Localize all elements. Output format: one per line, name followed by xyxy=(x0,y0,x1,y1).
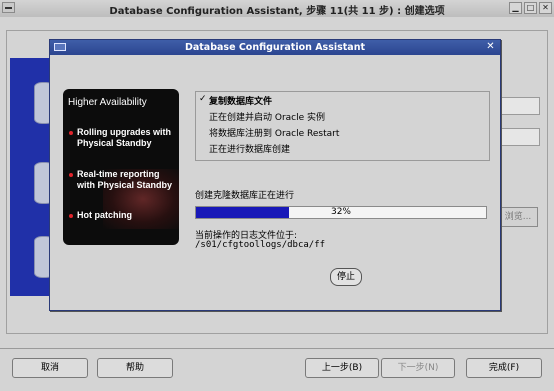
progress-bar: 32% xyxy=(195,206,487,219)
promo-heading: Higher Availability xyxy=(68,97,147,108)
progress-label: 创建克隆数据库正在进行 xyxy=(195,191,295,201)
progress-percent: 32% xyxy=(330,207,351,217)
dialog-close-icon[interactable]: ✕ xyxy=(485,42,496,52)
log-file-path: /s01/cfgtoollogs/dbca/ff xyxy=(195,240,326,250)
outer-title-bar: Database Configuration Assistant, 步骤 11(… xyxy=(0,0,554,18)
background-field xyxy=(498,97,540,115)
step-item: 将数据库注册到 Oracle Restart xyxy=(209,129,340,139)
outer-window-title: Database Configuration Assistant, 步骤 11(… xyxy=(109,6,445,17)
cancel-button[interactable]: 取消 xyxy=(12,358,88,378)
step-item: 复制数据库文件 xyxy=(209,97,273,107)
stop-button[interactable]: 停止 xyxy=(330,268,362,286)
dialog-title-bar: Database Configuration Assistant ✕ xyxy=(50,40,500,55)
back-button[interactable]: 上一步(B) xyxy=(305,358,379,378)
checkmark-icon: ✓ xyxy=(199,94,207,104)
promo-panel: Higher Availability Rolling upgrades wit… xyxy=(63,89,179,245)
dialog-title: Database Configuration Assistant xyxy=(184,42,366,53)
promo-item: Rolling upgrades with Physical Standby xyxy=(77,127,171,148)
promo-item: Real-time reporting with Physical Standb… xyxy=(77,169,173,190)
progress-dialog: Database Configuration Assistant ✕ Highe… xyxy=(49,39,501,311)
background-field xyxy=(498,128,540,146)
step-item: 正在创建并启动 Oracle 实例 xyxy=(209,113,326,123)
bullet-icon xyxy=(69,173,73,177)
close-window-icon[interactable]: ✕ xyxy=(539,2,552,14)
help-button[interactable]: 帮助 xyxy=(97,358,173,378)
next-button[interactable]: 下一步(N) xyxy=(381,358,455,378)
finish-button[interactable]: 完成(F) xyxy=(466,358,542,378)
minimize-icon[interactable]: ▁ xyxy=(509,2,522,14)
steps-list: ✓ 复制数据库文件 正在创建并启动 Oracle 实例 将数据库注册到 Orac… xyxy=(195,91,490,161)
browse-button[interactable]: 浏览... xyxy=(498,207,538,227)
promo-item: Hot patching xyxy=(77,210,132,220)
footer-divider xyxy=(0,348,554,349)
step-item: 正在进行数据库创建 xyxy=(209,145,291,155)
maximize-icon[interactable]: □ xyxy=(524,2,537,14)
bullet-icon xyxy=(69,214,73,218)
bullet-icon xyxy=(69,131,73,135)
